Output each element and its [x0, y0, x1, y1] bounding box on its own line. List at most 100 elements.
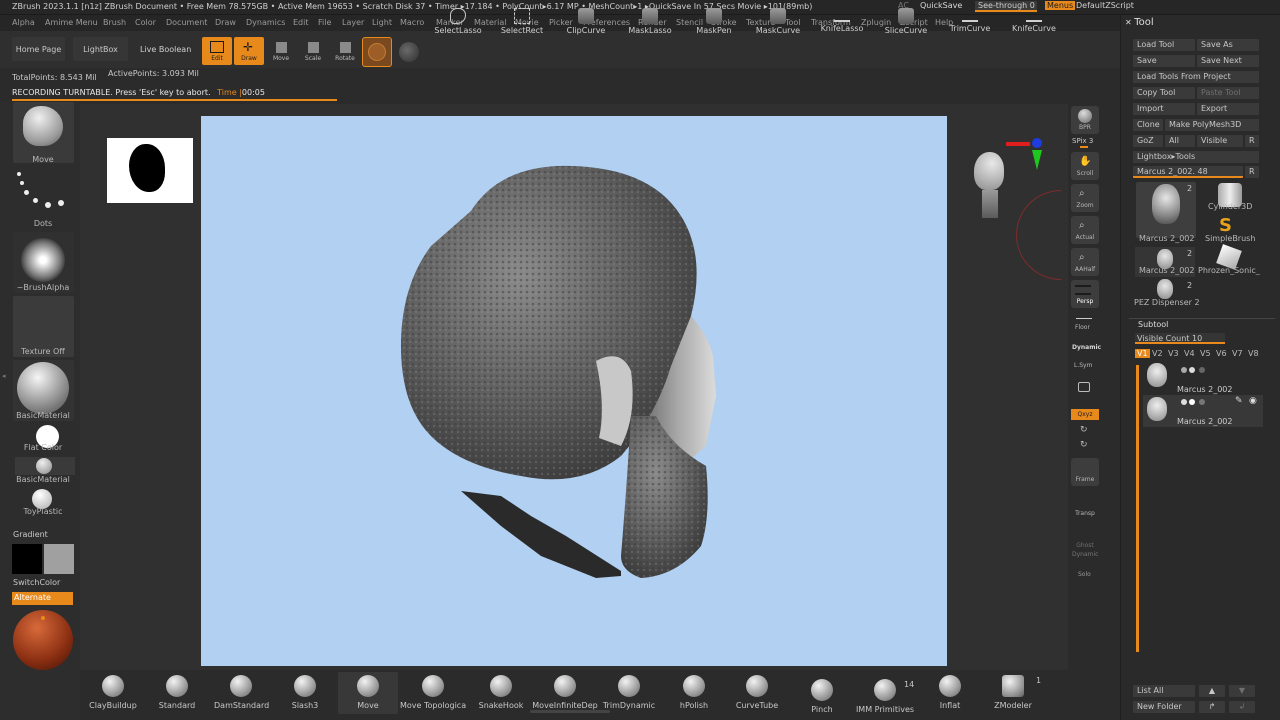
- solo-button[interactable]: Solo: [1078, 571, 1091, 578]
- visible-button[interactable]: Visible: [1197, 135, 1243, 147]
- tab-v8[interactable]: V8: [1248, 349, 1259, 358]
- tab-v7[interactable]: V7: [1232, 349, 1243, 358]
- brush-move[interactable]: Move: [338, 672, 398, 714]
- menu-alpha[interactable]: Alpha: [12, 18, 35, 27]
- brush-standard[interactable]: Standard: [152, 672, 202, 714]
- secondary-color-swatch[interactable]: [44, 544, 74, 574]
- load-tools-from-project-button[interactable]: Load Tools From Project: [1133, 71, 1259, 83]
- tab-v1[interactable]: V1: [1135, 349, 1150, 358]
- home-page-button[interactable]: Home Page: [12, 37, 65, 61]
- menu-edit[interactable]: Edit: [293, 18, 309, 27]
- brush-slash3[interactable]: Slash3: [280, 672, 330, 714]
- clip-curve-button[interactable]: ClipCurve: [562, 6, 610, 35]
- slice-curve-button[interactable]: SliceCurve: [882, 6, 930, 35]
- tab-v5[interactable]: V5: [1200, 349, 1211, 358]
- tool-palette-title[interactable]: ✕ Tool: [1125, 17, 1154, 28]
- import-button[interactable]: Import: [1133, 103, 1195, 115]
- rotate-z-icon[interactable]: ↻: [1080, 440, 1088, 450]
- menu-amime[interactable]: Amime Menu: [45, 18, 98, 27]
- brush-zmodeler[interactable]: ZModeler: [988, 672, 1038, 714]
- brush-hpolish[interactable]: hPolish: [670, 672, 718, 714]
- subtool-row-selected[interactable]: ✎ ◉ Marcus 2_002: [1143, 395, 1263, 427]
- goz-button[interactable]: GoZ: [1133, 135, 1163, 147]
- load-tool-button[interactable]: Load Tool: [1133, 39, 1195, 51]
- move-button[interactable]: Move: [266, 37, 296, 65]
- edit-button[interactable]: Edit: [202, 37, 232, 65]
- menu-macro[interactable]: Macro: [400, 18, 424, 27]
- subtool-dot-icon[interactable]: [1189, 367, 1195, 373]
- select-lasso-button[interactable]: SelectLasso: [434, 6, 482, 35]
- subtool-scrollbar[interactable]: [1136, 365, 1139, 652]
- viewport-canvas[interactable]: [201, 116, 947, 666]
- r-button-2[interactable]: R: [1245, 166, 1259, 178]
- menu-file[interactable]: File: [318, 18, 331, 27]
- make-polymesh-button[interactable]: Make PolyMesh3D: [1165, 119, 1259, 131]
- shelf-scrollbar[interactable]: [530, 710, 610, 713]
- live-boolean-button[interactable]: Live Boolean: [140, 45, 191, 54]
- bpr-button[interactable]: BPR: [1071, 106, 1099, 134]
- mrgb-button[interactable]: [362, 37, 392, 67]
- rotate-button[interactable]: Rotate: [330, 37, 360, 65]
- tab-v6[interactable]: V6: [1216, 349, 1227, 358]
- lock-icon[interactable]: [1078, 382, 1090, 392]
- left-scroll-arrow-icon[interactable]: ◂: [2, 372, 6, 380]
- actual-button[interactable]: Actual: [1071, 216, 1099, 244]
- axis-gizmo[interactable]: [1006, 136, 1046, 176]
- list-all-button[interactable]: List All: [1133, 685, 1195, 697]
- subtool-dot-icon[interactable]: [1181, 367, 1187, 373]
- menu-color[interactable]: Color: [135, 18, 156, 27]
- brush-claybuildup[interactable]: ClayBuildup: [88, 672, 138, 714]
- subtool-header[interactable]: Subtool: [1138, 320, 1168, 329]
- aahalf-button[interactable]: AAHalf: [1071, 248, 1099, 276]
- r-button[interactable]: R: [1245, 135, 1259, 147]
- subtool-dot-icon[interactable]: [1189, 399, 1195, 405]
- toy-plastic-sphere-icon[interactable]: [32, 489, 52, 509]
- new-folder-button[interactable]: New Folder: [1133, 701, 1195, 713]
- move-down-arrow-icon[interactable]: ▼: [1229, 685, 1255, 697]
- zadd-sphere-icon[interactable]: [399, 42, 419, 62]
- mini-head-gizmo[interactable]: [970, 152, 1010, 224]
- brush-tile[interactable]: [13, 102, 74, 163]
- all-button[interactable]: All: [1165, 135, 1195, 147]
- frame-button[interactable]: Frame: [1071, 458, 1099, 486]
- main-color-swatch[interactable]: [12, 544, 42, 574]
- lsym-button[interactable]: L.Sym: [1074, 362, 1092, 369]
- tab-v3[interactable]: V3: [1168, 349, 1179, 358]
- navigator-thumbnail[interactable]: [107, 138, 193, 203]
- clone-button[interactable]: Clone: [1133, 119, 1163, 131]
- brush-moveinfinitedepth[interactable]: MoveInfiniteDep: [532, 672, 598, 714]
- current-tool-slider[interactable]: Marcus 2_002. 48: [1133, 166, 1243, 178]
- save-next-button[interactable]: Save Next: [1197, 55, 1259, 67]
- brush-inflat[interactable]: Inflat: [930, 672, 970, 714]
- menu-dynamics[interactable]: Dynamics: [246, 18, 285, 27]
- folder-arrow-icon-2[interactable]: ↲: [1229, 701, 1255, 713]
- menu-light[interactable]: Light: [372, 18, 392, 27]
- export-button[interactable]: Export: [1197, 103, 1259, 115]
- mask-lasso-button[interactable]: MaskLasso: [626, 6, 674, 35]
- mask-pen-button[interactable]: MaskPen: [690, 6, 738, 35]
- simple-brush-icon[interactable]: S: [1219, 215, 1232, 236]
- default-zscript-button[interactable]: DefaultZScript: [1076, 1, 1134, 10]
- copy-tool-button[interactable]: Copy Tool: [1133, 87, 1195, 99]
- scale-button[interactable]: Scale: [298, 37, 328, 65]
- brush-trimdynamic[interactable]: TrimDynamic: [602, 672, 656, 714]
- menu-draw[interactable]: Draw: [215, 18, 236, 27]
- floor-button[interactable]: Floor: [1075, 324, 1090, 331]
- lightbox-button[interactable]: LightBox: [73, 37, 128, 61]
- spix-slider[interactable]: SPix 3: [1072, 137, 1093, 145]
- brush-damstandard[interactable]: DamStandard: [214, 672, 269, 714]
- draw-button[interactable]: ✛ Draw: [234, 37, 264, 65]
- eye-icon[interactable]: ◉: [1249, 396, 1257, 406]
- paste-tool-button[interactable]: Paste Tool: [1197, 87, 1259, 99]
- move-up-arrow-icon[interactable]: ▲: [1199, 685, 1225, 697]
- color-picker-wheel[interactable]: [13, 610, 73, 670]
- tab-v2[interactable]: V2: [1152, 349, 1163, 358]
- menu-brush[interactable]: Brush: [103, 18, 126, 27]
- lightbox-tools-button[interactable]: Lightbox▸Tools: [1133, 151, 1259, 163]
- subtool-dot-icon[interactable]: [1181, 399, 1187, 405]
- brush-curvetube[interactable]: CurveTube: [732, 672, 782, 714]
- brush-snakehook[interactable]: SnakeHook: [476, 672, 526, 714]
- switch-color-button[interactable]: SwitchColor: [13, 578, 60, 587]
- tool-thumb-marcus[interactable]: 2: [1136, 182, 1196, 238]
- ghost-button[interactable]: Ghost: [1071, 524, 1099, 552]
